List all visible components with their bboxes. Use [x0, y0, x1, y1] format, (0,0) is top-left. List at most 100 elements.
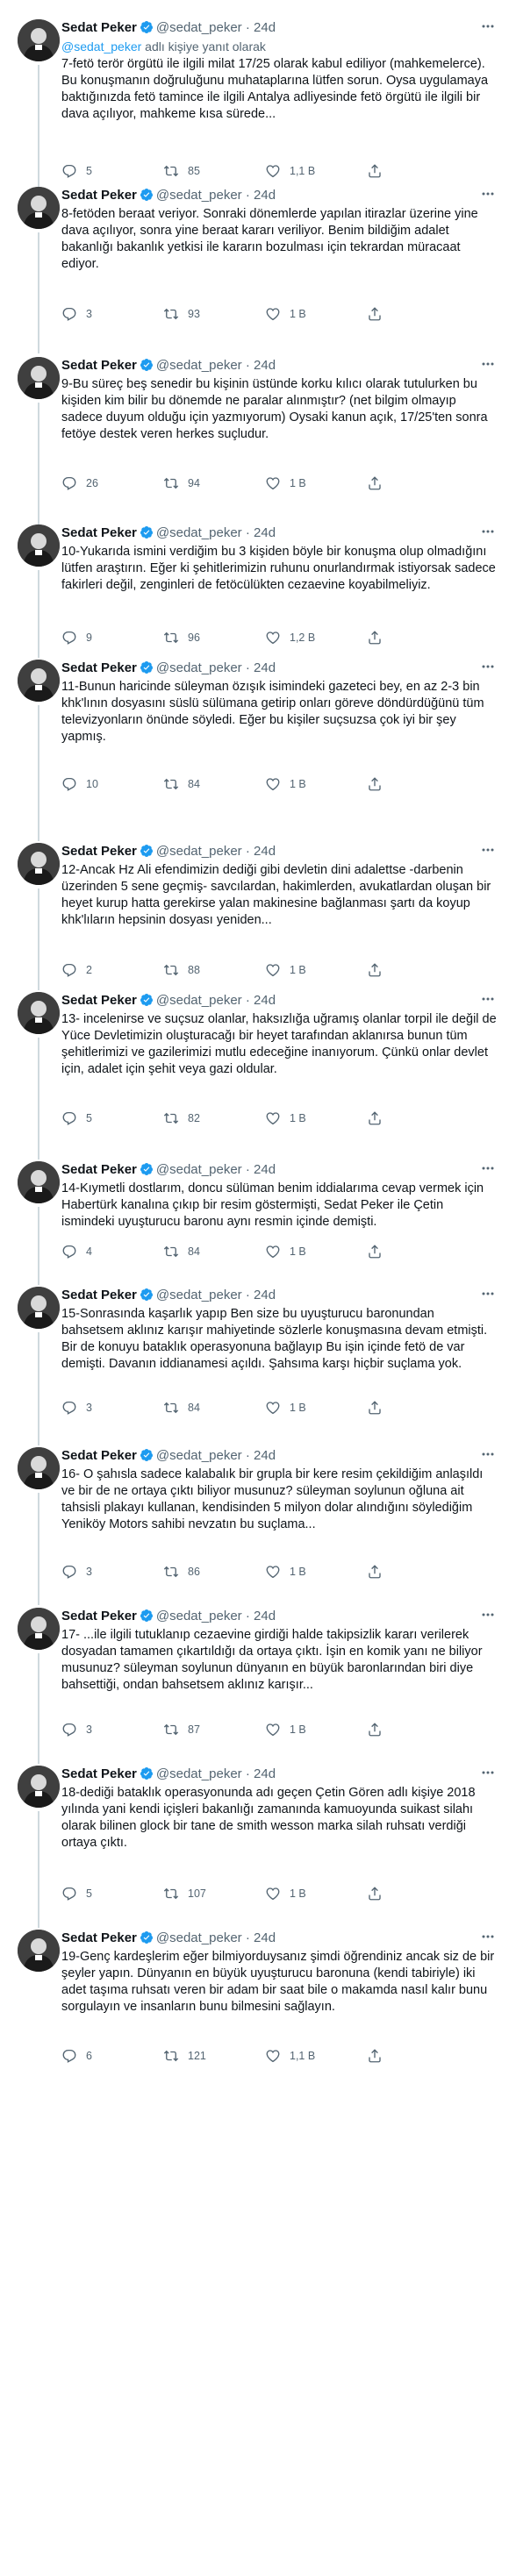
author-handle[interactable]: @sedat_peker	[156, 1930, 242, 1945]
retweet-button[interactable]: 82	[163, 1110, 200, 1127]
like-button[interactable]: 1 B	[265, 475, 306, 492]
retweet-button[interactable]: 84	[163, 1243, 200, 1260]
share-button[interactable]	[367, 1885, 383, 1902]
author-handle[interactable]: @sedat_peker	[156, 844, 242, 859]
avatar[interactable]	[18, 660, 60, 703]
author-name[interactable]: Sedat Peker	[61, 844, 137, 859]
author-handle[interactable]: @sedat_peker	[156, 660, 242, 675]
author-handle[interactable]: @sedat_peker	[156, 1162, 242, 1177]
tweet-time[interactable]: 24d	[254, 1162, 276, 1177]
tweet-time[interactable]: 24d	[254, 188, 276, 203]
like-button[interactable]: 1 B	[265, 1399, 306, 1416]
reply-button[interactable]: 9	[61, 629, 92, 646]
avatar[interactable]	[18, 1287, 60, 1330]
author-name[interactable]: Sedat Peker	[61, 1609, 137, 1623]
reply-button[interactable]: 4	[61, 1243, 92, 1260]
retweet-button[interactable]: 85	[163, 162, 200, 180]
retweet-button[interactable]: 93	[163, 305, 200, 323]
more-options-icon[interactable]	[479, 1445, 497, 1463]
reply-button[interactable]: 5	[61, 1110, 92, 1127]
more-options-icon[interactable]	[479, 1606, 497, 1623]
avatar[interactable]	[18, 1447, 60, 1489]
retweet-button[interactable]: 84	[163, 775, 200, 793]
more-options-icon[interactable]	[479, 1160, 497, 1177]
tweet-time[interactable]: 24d	[254, 20, 276, 35]
share-button[interactable]	[367, 1243, 383, 1260]
author-handle[interactable]: @sedat_peker	[156, 1288, 242, 1302]
share-button[interactable]	[367, 961, 383, 979]
author-handle[interactable]: @sedat_peker	[156, 1448, 242, 1463]
retweet-button[interactable]: 94	[163, 475, 200, 492]
author-name[interactable]: Sedat Peker	[61, 525, 137, 540]
tweet-time[interactable]: 24d	[254, 1288, 276, 1302]
reply-button[interactable]: 5	[61, 1885, 92, 1902]
tweet-time[interactable]: 24d	[254, 358, 276, 373]
author-name[interactable]: Sedat Peker	[61, 1766, 137, 1781]
like-button[interactable]: 1,1 B	[265, 162, 315, 180]
share-button[interactable]	[367, 162, 383, 180]
more-options-icon[interactable]	[479, 990, 497, 1008]
share-button[interactable]	[367, 629, 383, 646]
tweet-time[interactable]: 24d	[254, 525, 276, 540]
author-handle[interactable]: @sedat_peker	[156, 1609, 242, 1623]
avatar[interactable]	[18, 187, 60, 230]
avatar[interactable]	[18, 19, 60, 61]
avatar[interactable]	[18, 524, 60, 567]
tweet-time[interactable]: 24d	[254, 660, 276, 675]
author-handle[interactable]: @sedat_peker	[156, 1766, 242, 1781]
author-handle[interactable]: @sedat_peker	[156, 993, 242, 1008]
more-options-icon[interactable]	[479, 1285, 497, 1302]
reply-button[interactable]: 3	[61, 1399, 92, 1416]
retweet-button[interactable]: 121	[163, 2047, 206, 2065]
tweet-time[interactable]: 24d	[254, 844, 276, 859]
reply-button[interactable]: 5	[61, 162, 92, 180]
reply-button[interactable]: 10	[61, 775, 98, 793]
avatar[interactable]	[18, 1766, 60, 1808]
reply-button[interactable]: 3	[61, 1721, 92, 1738]
tweet-time[interactable]: 24d	[254, 1609, 276, 1623]
reply-button[interactable]: 3	[61, 305, 92, 323]
share-button[interactable]	[367, 775, 383, 793]
retweet-button[interactable]: 87	[163, 1721, 200, 1738]
author-handle[interactable]: @sedat_peker	[156, 525, 242, 540]
like-button[interactable]: 1,2 B	[265, 629, 315, 646]
like-button[interactable]: 1 B	[265, 775, 306, 793]
reply-button[interactable]: 2	[61, 961, 92, 979]
author-name[interactable]: Sedat Peker	[61, 358, 137, 373]
more-options-icon[interactable]	[479, 18, 497, 35]
author-handle[interactable]: @sedat_peker	[156, 20, 242, 35]
more-options-icon[interactable]	[479, 1764, 497, 1781]
author-name[interactable]: Sedat Peker	[61, 20, 137, 35]
more-options-icon[interactable]	[479, 355, 497, 373]
author-name[interactable]: Sedat Peker	[61, 660, 137, 675]
reply-button[interactable]: 26	[61, 475, 98, 492]
more-options-icon[interactable]	[479, 185, 497, 203]
more-options-icon[interactable]	[479, 1928, 497, 1945]
like-button[interactable]: 1 B	[265, 1563, 306, 1581]
share-button[interactable]	[367, 2047, 383, 2065]
tweet-time[interactable]: 24d	[254, 1766, 276, 1781]
tweet-time[interactable]: 24d	[254, 993, 276, 1008]
author-name[interactable]: Sedat Peker	[61, 993, 137, 1008]
like-button[interactable]: 1 B	[265, 1110, 306, 1127]
share-button[interactable]	[367, 1563, 383, 1581]
share-button[interactable]	[367, 1110, 383, 1127]
reply-button[interactable]: 3	[61, 1563, 92, 1581]
retweet-button[interactable]: 84	[163, 1399, 200, 1416]
like-button[interactable]: 1 B	[265, 1885, 306, 1902]
retweet-button[interactable]: 96	[163, 629, 200, 646]
reply-to-handle[interactable]: @sedat_peker	[61, 39, 141, 54]
avatar[interactable]	[18, 1607, 60, 1650]
avatar[interactable]	[18, 357, 60, 399]
like-button[interactable]: 1 B	[265, 1243, 306, 1260]
author-handle[interactable]: @sedat_peker	[156, 188, 242, 203]
like-button[interactable]: 1 B	[265, 1721, 306, 1738]
like-button[interactable]: 1,1 B	[265, 2047, 315, 2065]
retweet-button[interactable]: 86	[163, 1563, 200, 1581]
retweet-button[interactable]: 107	[163, 1885, 206, 1902]
share-button[interactable]	[367, 305, 383, 323]
tweet-time[interactable]: 24d	[254, 1930, 276, 1945]
avatar[interactable]	[18, 1161, 60, 1204]
avatar[interactable]	[18, 991, 60, 1034]
like-button[interactable]: 1 B	[265, 305, 306, 323]
